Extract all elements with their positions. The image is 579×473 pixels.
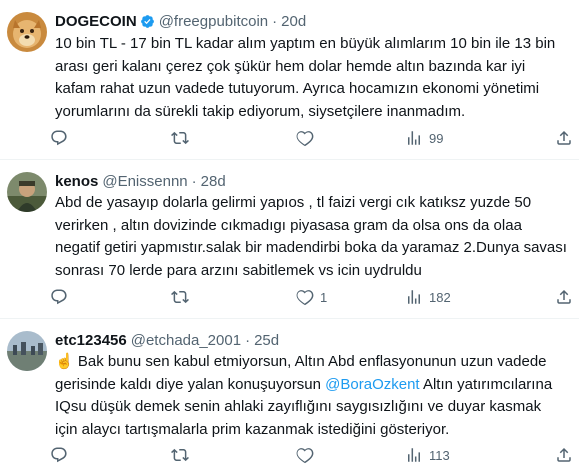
pointing-up-emoji: ☝️ (55, 353, 74, 370)
reply-icon (51, 447, 67, 463)
tweet[interactable]: kenos @Enissennn · 28d Abd de yasayıp do… (0, 160, 579, 318)
avatar[interactable] (7, 331, 47, 371)
share-button[interactable] (555, 443, 573, 467)
action-bar: 99 (50, 126, 579, 150)
verified-badge-icon (140, 14, 155, 29)
mention-link[interactable]: @BoraOzkent (325, 376, 419, 393)
like-button[interactable]: 1 (296, 285, 327, 309)
views-button[interactable]: 182 (405, 285, 451, 309)
separator-dot: · (272, 12, 278, 30)
retweet-button[interactable] (171, 285, 195, 309)
reply-button[interactable] (50, 285, 74, 309)
share-button[interactable] (555, 126, 573, 150)
analytics-icon (408, 290, 420, 304)
action-bar: 1 182 (50, 285, 579, 309)
user-handle[interactable]: @freegpubitcoin (159, 13, 268, 30)
timestamp[interactable]: 25d (254, 332, 279, 349)
display-name[interactable]: etc123456 (55, 332, 127, 349)
heart-icon (296, 448, 314, 464)
tweet-header: etc123456 @etchada_2001 · 25d (55, 329, 279, 351)
like-button[interactable] (296, 126, 320, 150)
view-count: 113 (429, 447, 450, 463)
tweet-text: 10 bin TL - 17 bin TL kadar alım yaptım … (55, 35, 556, 120)
separator-dot: · (245, 331, 251, 349)
tweet[interactable]: DOGECOIN @freegpubitcoin · 20d 10 bin TL… (0, 0, 579, 157)
heart-icon (296, 131, 314, 147)
timestamp[interactable]: 20d (281, 13, 306, 30)
user-handle[interactable]: @Enissennn (102, 173, 187, 190)
retweet-button[interactable] (171, 126, 195, 150)
avatar[interactable] (7, 12, 47, 52)
retweet-button[interactable] (171, 443, 195, 467)
reply-button[interactable] (50, 126, 74, 150)
timestamp[interactable]: 28d (201, 173, 226, 190)
share-icon (557, 130, 571, 145)
tweet-header: DOGECOIN @freegpubitcoin · 20d (55, 10, 306, 32)
retweet-icon (171, 131, 189, 145)
tweet[interactable]: etc123456 @etchada_2001 · 25d ☝️ Bak bun… (0, 319, 579, 473)
reply-icon (51, 289, 67, 305)
share-button[interactable] (555, 285, 573, 309)
tweet-text: Abd de yasayıp dolarla gelirmi yapıos , … (55, 194, 567, 279)
like-button[interactable] (296, 443, 320, 467)
like-count: 1 (320, 289, 328, 305)
retweet-icon (171, 448, 189, 462)
display-name[interactable]: DOGECOIN (55, 13, 137, 30)
user-handle[interactable]: @etchada_2001 (131, 332, 241, 349)
tweet-text: ☝️ Bak bunu sen kabul etmiyorsun, Altın … (55, 351, 567, 441)
avatar[interactable] (7, 172, 47, 212)
reply-icon (51, 130, 67, 146)
view-count: 99 (429, 130, 444, 146)
views-button[interactable]: 99 (405, 126, 443, 150)
heart-icon (296, 290, 314, 306)
retweet-icon (171, 290, 189, 304)
view-count: 182 (429, 289, 451, 305)
share-icon (557, 447, 571, 462)
separator-dot: · (191, 172, 197, 190)
analytics-icon (408, 131, 420, 145)
reply-button[interactable] (50, 443, 74, 467)
tweet-header: kenos @Enissennn · 28d (55, 170, 226, 192)
analytics-icon (408, 448, 420, 462)
views-button[interactable]: 113 (405, 443, 450, 467)
action-bar: 113 (50, 443, 579, 467)
share-icon (557, 289, 571, 304)
display-name[interactable]: kenos (55, 173, 98, 190)
